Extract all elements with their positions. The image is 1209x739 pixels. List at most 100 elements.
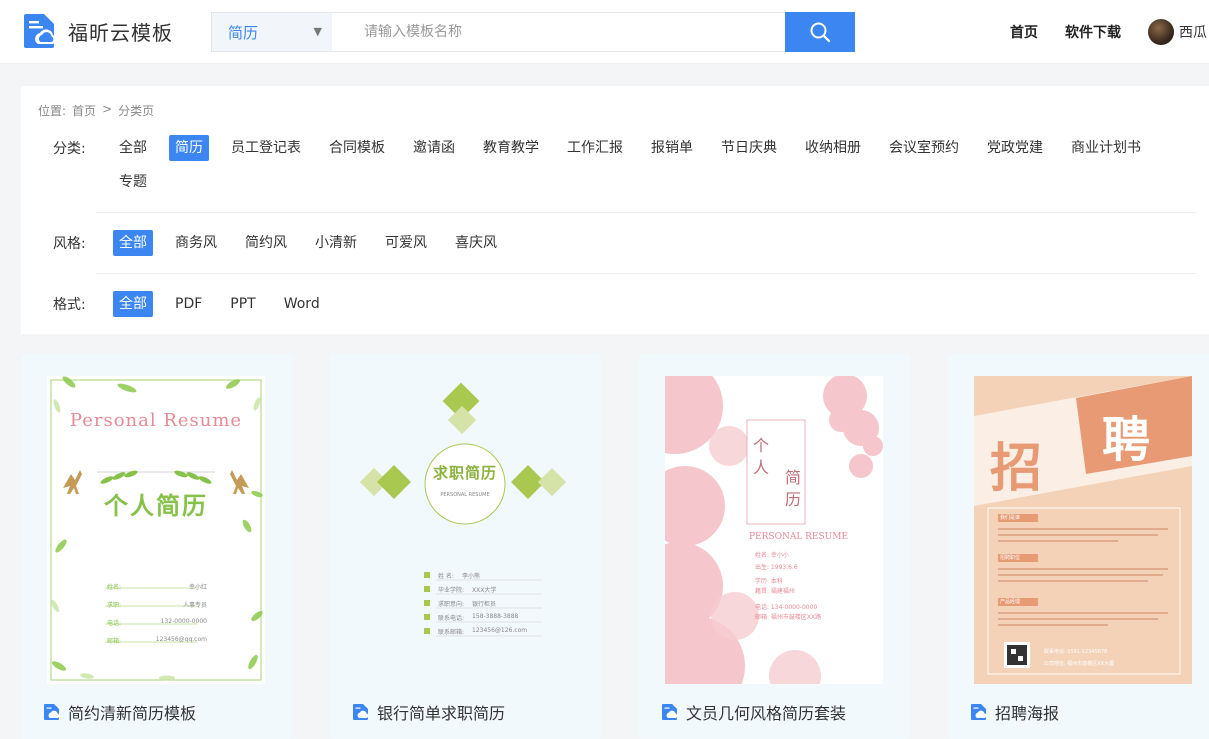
top-header: 福昕云模板 简历 ▼ 首页 软件下载 西瓜 — [0, 0, 1209, 64]
category-tag[interactable]: 商业计划书 — [1065, 135, 1147, 161]
thumb-row: 姓 名: 李小熊 — [438, 573, 480, 580]
category-tag[interactable]: 教育教学 — [477, 135, 545, 161]
format-tag-active[interactable]: 全部 — [113, 291, 153, 317]
breadcrumb-label: 位置: — [38, 104, 67, 118]
category-filter-label: 分类: — [53, 141, 86, 157]
thumb-row: 邮箱: 123456@qq.com — [107, 636, 207, 645]
format-tag[interactable]: Word — [278, 291, 326, 317]
thumb-row: 求职意向: 银行柜员 — [438, 601, 497, 608]
site-logo[interactable]: 福昕云模板 — [22, 12, 173, 50]
circle-decoration-icon — [665, 376, 883, 684]
search-category-value: 简历 — [228, 23, 259, 42]
template-title[interactable]: 银行简单求职简历 — [352, 700, 505, 724]
template-card[interactable]: 招 聘 我们是谁 招聘职位 产品经理 联系电话: 0591-12345678 公… — [948, 354, 1209, 739]
breadcrumb-current: 分类页 — [118, 104, 155, 118]
thumb-char: 历 — [785, 490, 802, 509]
username[interactable]: 西瓜 — [1179, 22, 1207, 42]
category-tag[interactable]: 会议室预约 — [883, 135, 965, 161]
thumb-row: 学历: 本科 — [755, 578, 783, 585]
template-thumbnail[interactable]: 求职简历 PERSONAL RESUME 姓 名: 李小熊 毕业学院: XXX大学 … — [356, 376, 574, 684]
template-card[interactable]: 个 人 简 历 PERSONAL RESUME 姓名: 幸小小 出生: 1993… — [639, 354, 910, 739]
format-tag[interactable]: PPT — [224, 291, 261, 317]
category-tag-active[interactable]: 简历 — [169, 135, 209, 161]
template-title-text: 简约清新简历模板 — [68, 704, 197, 723]
search-bar: 简历 ▼ — [211, 12, 855, 52]
logo-text: 福昕云模板 — [68, 20, 173, 45]
template-thumbnail[interactable]: Personal Resume 个人简历 姓名: 幸小红 求职: 人事专员 电话: 1… — [47, 376, 265, 684]
thumb-row: 联系邮箱: 123456@126.com — [438, 627, 528, 636]
search-input[interactable] — [332, 13, 785, 51]
thumb-row: 电话: 134-0000-0000 — [755, 604, 818, 611]
template-thumbnail[interactable]: 个 人 简 历 PERSONAL RESUME 姓名: 幸小小 出生: 1993… — [665, 376, 883, 684]
logo-icon — [22, 12, 60, 50]
top-nav: 首页 软件下载 西瓜 — [1010, 0, 1207, 64]
thumb-row: 姓名: 幸小小 — [755, 552, 789, 559]
style-tag[interactable]: 喜庆风 — [449, 230, 503, 256]
breadcrumb-home[interactable]: 首页 — [72, 102, 96, 119]
style-tag[interactable]: 可爱风 — [379, 230, 433, 256]
file-cloud-icon — [353, 704, 369, 720]
nav-download[interactable]: 软件下载 — [1065, 22, 1121, 42]
template-card[interactable]: Personal Resume 个人简历 姓名: 幸小红 求职: 人事专员 电话: 1… — [21, 354, 292, 739]
diamond-decoration-icon — [359, 382, 567, 637]
breadcrumb-separator: > — [102, 102, 113, 116]
file-cloud-icon — [44, 704, 60, 720]
category-tag[interactable]: 节日庆典 — [715, 135, 783, 161]
category-filter-row: 分类: 全部 简历 员工登记表 合同模板 邀请函 教育教学 工作汇报 报销单 节… — [53, 135, 1163, 161]
style-filter-label: 风格: — [53, 236, 86, 252]
style-tag-active[interactable]: 全部 — [113, 230, 153, 256]
search-button[interactable] — [785, 12, 855, 52]
category-filter-row-2: 专题 — [113, 169, 169, 195]
category-tag[interactable]: 工作汇报 — [561, 135, 629, 161]
thumb-row: 姓名: 幸小红 — [107, 584, 207, 591]
style-tag[interactable]: 商务风 — [169, 230, 223, 256]
category-tag[interactable]: 党政党建 — [981, 135, 1049, 161]
format-filter-label: 格式: — [53, 297, 86, 313]
thumb-row: 籍贯: 福建福州 — [755, 588, 795, 595]
file-cloud-icon — [971, 704, 987, 720]
thumb-char: 简 — [785, 468, 802, 487]
style-tag[interactable]: 小清新 — [309, 230, 363, 256]
thumb-row: 毕业学院: XXX大学 — [438, 587, 497, 594]
search-icon — [810, 22, 831, 43]
category-tag[interactable]: 员工登记表 — [225, 135, 307, 161]
search-category-select[interactable]: 简历 ▼ — [212, 13, 332, 51]
filter-panel: 位置: 首页 > 分类页 分类: 全部 简历 员工登记表 合同模板 邀请函 教育… — [21, 86, 1209, 334]
nav-home[interactable]: 首页 — [1010, 22, 1038, 42]
thumb-row: 求职: 人事专员 — [107, 602, 207, 609]
filter-divider — [96, 273, 1196, 274]
style-filter-row: 风格: 全部 商务风 简约风 小清新 可爱风 喜庆风 — [53, 230, 519, 256]
thumb-main-title: 求职简历 — [432, 464, 497, 482]
template-title-text: 银行简单求职简历 — [377, 704, 506, 723]
template-title[interactable]: 简约清新简历模板 — [43, 700, 196, 724]
file-cloud-icon — [662, 704, 678, 720]
caret-down-icon: ▼ — [313, 25, 322, 38]
category-tag[interactable]: 合同模板 — [323, 135, 391, 161]
thumb-contact: 联系电话: 0591-12345678 — [1044, 649, 1108, 655]
template-thumbnail[interactable]: 招 聘 我们是谁 招聘职位 产品经理 联系电话: 0591-12345678 公… — [974, 376, 1192, 684]
thumb-section: 招聘职位 — [1000, 555, 1021, 561]
thumb-section: 产品经理 — [1000, 599, 1021, 605]
thumb-heading: Personal Resume — [69, 410, 243, 431]
category-tag[interactable]: 报销单 — [645, 135, 699, 161]
template-title-text: 招聘海报 — [995, 704, 1060, 723]
thumb-row: 邮箱: 福州市鼓楼区XX路 — [755, 614, 822, 621]
avatar[interactable] — [1148, 19, 1174, 45]
thumb-main-title: 个人简历 — [104, 492, 208, 520]
thumb-char: 招 — [990, 439, 1043, 499]
category-tag[interactable]: 专题 — [113, 169, 153, 195]
category-tag[interactable]: 邀请函 — [407, 135, 461, 161]
category-tag[interactable]: 全部 — [113, 135, 153, 161]
thumb-heading: PERSONAL RESUME — [749, 532, 849, 542]
thumb-address: 公司地址: 福州市鼓楼区XX大厦 — [1044, 661, 1115, 667]
template-title[interactable]: 文员几何风格简历套装 — [661, 700, 846, 724]
thumb-row: 电话: 132-0000-0000 — [107, 618, 207, 627]
format-filter-row: 格式: 全部 PDF PPT Word — [53, 291, 342, 317]
template-card[interactable]: 求职简历 PERSONAL RESUME 姓 名: 李小熊 毕业学院: XXX大学 … — [330, 354, 601, 739]
style-tag[interactable]: 简约风 — [239, 230, 293, 256]
thumb-char: 人 — [753, 458, 770, 477]
category-tag[interactable]: 收纳相册 — [799, 135, 867, 161]
format-tag[interactable]: PDF — [169, 291, 208, 317]
template-title[interactable]: 招聘海报 — [970, 700, 1059, 724]
poster-decoration-icon — [974, 376, 1192, 675]
